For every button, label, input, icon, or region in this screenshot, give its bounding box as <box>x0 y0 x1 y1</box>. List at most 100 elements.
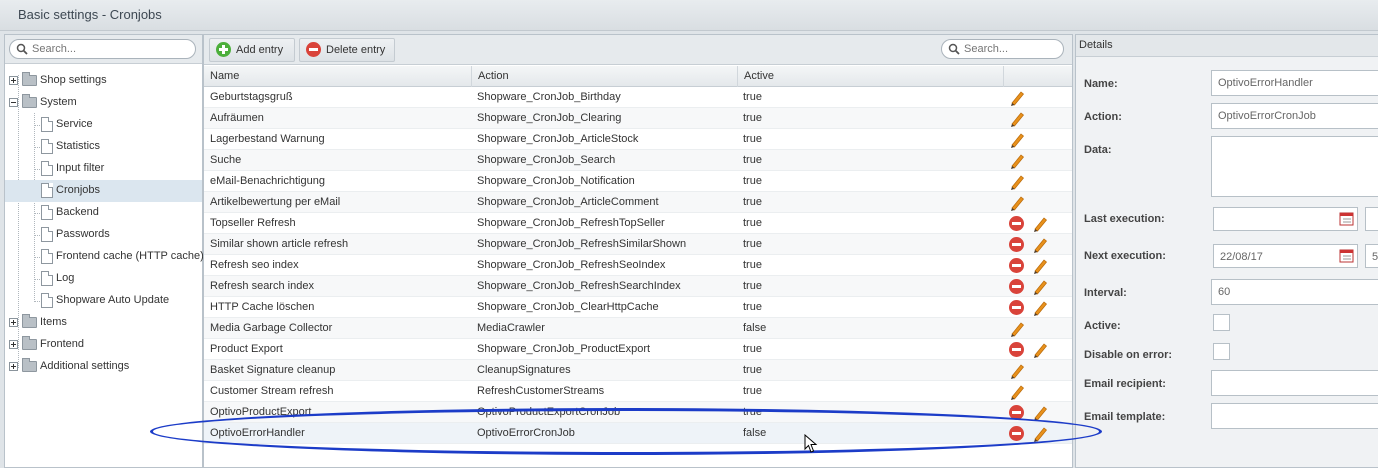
delete-row-icon[interactable] <box>1009 216 1024 231</box>
tree-item-passwords[interactable]: Passwords <box>5 224 202 246</box>
cell-active: true <box>743 301 762 313</box>
table-row[interactable]: Refresh seo index Shopware_CronJob_Refres… <box>204 255 1072 276</box>
delete-row-icon[interactable] <box>1009 405 1024 420</box>
table-row[interactable]: HTTP Cache löschen Shopware_CronJob_Clear… <box>204 297 1072 318</box>
email-recipient-field[interactable] <box>1211 370 1378 396</box>
edit-pencil-icon[interactable] <box>1009 110 1025 127</box>
table-row[interactable]: Product Export Shopware_CronJob_ProductEx… <box>204 339 1072 360</box>
edit-pencil-icon[interactable] <box>1032 404 1048 421</box>
table-row[interactable]: OptivoErrorHandler OptivoErrorCronJob fals… <box>204 423 1072 444</box>
edit-pencil-icon[interactable] <box>1032 299 1048 316</box>
active-checkbox[interactable] <box>1213 314 1230 331</box>
grid-search-box[interactable] <box>941 39 1064 59</box>
edit-pencil-icon[interactable] <box>1009 194 1025 211</box>
interval-field[interactable]: 60 <box>1211 279 1378 305</box>
last-execution-date-field[interactable] <box>1213 207 1358 231</box>
edit-pencil-icon[interactable] <box>1032 341 1048 358</box>
edit-pencil-icon[interactable] <box>1032 425 1048 442</box>
delete-entry-button[interactable]: Delete entry <box>299 38 395 62</box>
active-label: Active: <box>1084 320 1121 332</box>
table-row[interactable]: Media Garbage Collector MediaCrawler false <box>204 318 1072 339</box>
email-template-field[interactable] <box>1211 403 1378 429</box>
calendar-icon[interactable] <box>1338 245 1356 267</box>
column-header-active[interactable]: Active <box>738 66 1004 87</box>
tree-search-box[interactable] <box>9 39 196 59</box>
tree-item-frontend[interactable]: Frontend <box>5 334 202 356</box>
column-header-action[interactable]: Action <box>472 66 738 87</box>
table-row[interactable]: Suche Shopware_CronJob_Search true <box>204 150 1072 171</box>
delete-row-icon[interactable] <box>1009 342 1024 357</box>
file-icon <box>41 117 53 132</box>
tree-item-label: Shop settings <box>40 74 107 86</box>
edit-pencil-icon[interactable] <box>1032 215 1048 232</box>
cell-active: true <box>743 133 762 145</box>
tree-item-cronjobs[interactable]: Cronjobs <box>5 180 202 202</box>
expand-icon[interactable] <box>9 318 18 327</box>
cronjob-grid-panel: Add entry Delete entry Name Action Activ… <box>203 34 1073 468</box>
tree-item-items[interactable]: Items <box>5 312 202 334</box>
edit-pencil-icon[interactable] <box>1032 236 1048 253</box>
table-row[interactable]: Aufräumen Shopware_CronJob_Clearing true <box>204 108 1072 129</box>
table-row[interactable]: Topseller Refresh Shopware_CronJob_Refres… <box>204 213 1072 234</box>
edit-pencil-icon[interactable] <box>1009 152 1025 169</box>
table-row[interactable]: Customer Stream refresh RefreshCustomerSt… <box>204 381 1072 402</box>
table-row[interactable]: OptivoProductExport OptivoProductExportCr… <box>204 402 1072 423</box>
delete-row-icon[interactable] <box>1009 426 1024 441</box>
table-row[interactable]: Similar shown article refresh Shopware_Cr… <box>204 234 1072 255</box>
name-field[interactable]: OptivoErrorHandler <box>1211 70 1378 96</box>
edit-pencil-icon[interactable] <box>1032 278 1048 295</box>
tree-item-shop-settings[interactable]: Shop settings <box>5 70 202 92</box>
cell-action: RefreshCustomerStreams <box>477 385 605 397</box>
column-header-name[interactable]: Name <box>204 66 472 87</box>
table-row[interactable]: Refresh search index Shopware_CronJob_Ref… <box>204 276 1072 297</box>
tree-item-log[interactable]: Log <box>5 268 202 290</box>
collapse-icon[interactable] <box>9 98 18 107</box>
edit-pencil-icon[interactable] <box>1009 173 1025 190</box>
cell-name: Customer Stream refresh <box>210 385 334 397</box>
next-execution-time-field[interactable]: 5 <box>1365 244 1378 268</box>
details-header: Details <box>1076 35 1378 57</box>
settings-tree-panel: Shop settings System Service Statistics … <box>4 34 204 468</box>
expand-icon[interactable] <box>9 76 18 85</box>
tree-item-input-filter[interactable]: Input filter <box>5 158 202 180</box>
table-row[interactable]: eMail-Benachrichtigung Shopware_CronJob_N… <box>204 171 1072 192</box>
delete-row-icon[interactable] <box>1009 300 1024 315</box>
edit-pencil-icon[interactable] <box>1009 383 1025 400</box>
grid-search-input[interactable] <box>964 42 1057 56</box>
expand-icon[interactable] <box>9 340 18 349</box>
delete-entry-label: Delete entry <box>326 44 386 56</box>
calendar-icon[interactable] <box>1338 208 1356 230</box>
disable-on-error-checkbox[interactable] <box>1213 343 1230 360</box>
tree-item-service[interactable]: Service <box>5 114 202 136</box>
tree-item-auto-update[interactable]: Shopware Auto Update <box>5 290 202 312</box>
table-row[interactable]: Artikelbewertung per eMail Shopware_CronJ… <box>204 192 1072 213</box>
tree-search-input[interactable] <box>32 42 189 56</box>
cell-name: OptivoProductExport <box>210 406 312 418</box>
data-textarea[interactable] <box>1211 136 1378 197</box>
tree-item-backend[interactable]: Backend <box>5 202 202 224</box>
tree-item-additional-settings[interactable]: Additional settings <box>5 356 202 378</box>
action-field[interactable]: OptivoErrorCronJob <box>1211 103 1378 129</box>
delete-row-icon[interactable] <box>1009 279 1024 294</box>
add-entry-button[interactable]: Add entry <box>209 38 295 62</box>
edit-pencil-icon[interactable] <box>1009 131 1025 148</box>
table-row[interactable]: Basket Signature cleanup CleanupSignature… <box>204 360 1072 381</box>
last-execution-label: Last execution: <box>1084 213 1165 225</box>
edit-pencil-icon[interactable] <box>1009 89 1025 106</box>
tree-item-frontend-cache[interactable]: Frontend cache (HTTP cache) <box>5 246 204 268</box>
delete-row-icon[interactable] <box>1009 237 1024 252</box>
details-panel: Details Name: OptivoErrorHandler Action:… <box>1075 34 1378 468</box>
cell-active: true <box>743 91 762 103</box>
expand-icon[interactable] <box>9 362 18 371</box>
name-label: Name: <box>1084 78 1118 90</box>
delete-row-icon[interactable] <box>1009 258 1024 273</box>
edit-pencil-icon[interactable] <box>1032 257 1048 274</box>
tree-item-statistics[interactable]: Statistics <box>5 136 202 158</box>
tree-item-system[interactable]: System <box>5 92 202 114</box>
next-execution-date-field[interactable]: 22/08/17 <box>1213 244 1358 268</box>
edit-pencil-icon[interactable] <box>1009 362 1025 379</box>
table-row[interactable]: Geburtstagsgruß Shopware_CronJob_Birthday… <box>204 87 1072 108</box>
last-execution-time-field[interactable] <box>1365 207 1378 231</box>
table-row[interactable]: Lagerbestand Warnung Shopware_CronJob_Art… <box>204 129 1072 150</box>
edit-pencil-icon[interactable] <box>1009 320 1025 337</box>
